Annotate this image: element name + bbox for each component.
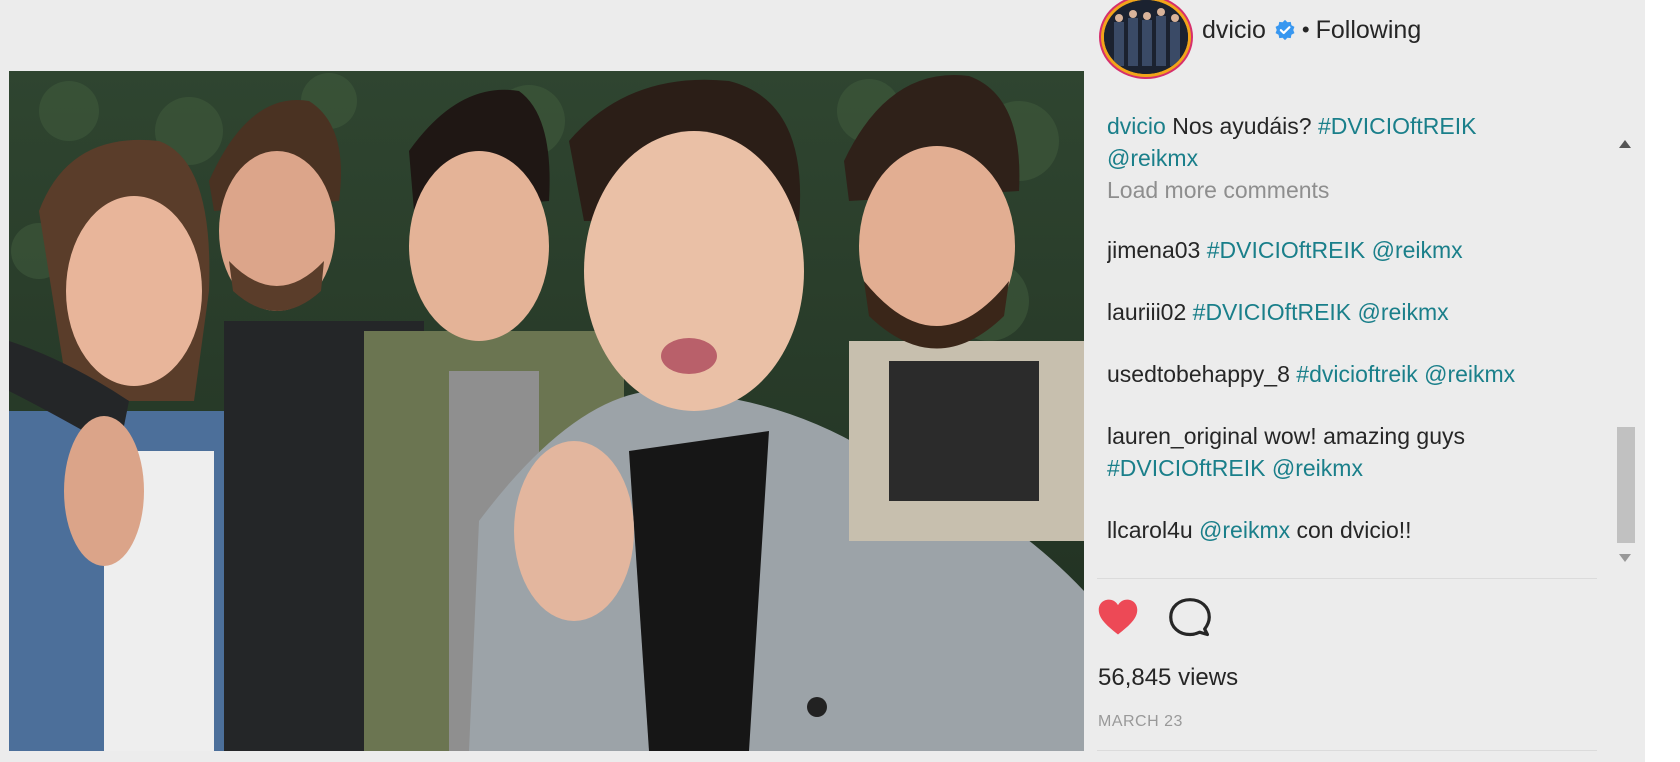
post-header: dvicio • Following [1202,14,1421,46]
comment-text: con dvicio!! [1296,517,1412,543]
header-separator: • [1301,17,1310,42]
comment-item: jimena03 #DVICIOftREIK @reikmx [1107,234,1607,266]
scroll-up-arrow-icon[interactable] [1619,140,1631,148]
comment-username[interactable]: lauriii02 [1107,299,1186,325]
following-button[interactable]: Following [1316,16,1422,45]
bottom-divider [1097,750,1597,751]
group-selfie-illustration [9,71,1084,751]
caption: dvicio Nos ayudáis? #DVICIOftREIK @reikm… [1107,110,1607,174]
caption-username[interactable]: dvicio [1107,113,1166,139]
comment-mention[interactable]: @reikmx [1199,517,1290,543]
header-username[interactable]: dvicio [1202,16,1266,45]
comment-mention[interactable]: @reikmx [1424,361,1515,387]
comment-hashtag[interactable]: #DVICIOftREIK [1193,299,1351,325]
comment-spacer [1107,328,1607,358]
page-edge [1645,0,1680,762]
comment-mention[interactable]: @reikmx [1372,237,1463,263]
scroll-thumb[interactable] [1617,427,1635,543]
comment-mention[interactable]: @reikmx [1272,455,1363,481]
comment-icon[interactable] [1168,596,1212,640]
comments-scrollbar[interactable] [1612,125,1642,565]
load-more-comments-button[interactable]: Load more comments [1107,174,1607,206]
verified-badge-icon [1275,19,1295,41]
comment-hashtag[interactable]: #DVICIOftREIK [1207,237,1365,263]
caption-text: Nos ayudáis? [1172,113,1312,139]
comment-hashtag[interactable]: #dvicioftreik [1296,361,1417,387]
comment-hashtag[interactable]: #DVICIOftREIK [1107,455,1265,481]
post-date: MARCH 23 [1098,713,1183,730]
comment-username[interactable]: llcarol4u [1107,517,1193,543]
view-count[interactable]: 56,845 views [1098,664,1238,692]
comment-item: lauriii02 #DVICIOftREIK @reikmx [1107,296,1607,328]
feed-top-strip [0,0,1085,70]
comment-mention[interactable]: @reikmx [1358,299,1449,325]
comment-item: llcarol4u @reikmx con dvicio!! [1107,514,1607,546]
comment-username[interactable]: usedtobehappy_8 [1107,361,1290,387]
post-actions [1096,596,1212,640]
comments-list: dvicio Nos ayudáis? #DVICIOftREIK @reikm… [1107,110,1607,565]
comment-text: wow! amazing guys [1264,423,1465,449]
comment-spacer [1107,390,1607,420]
comment-spacer [1107,484,1607,514]
comment-username[interactable]: jimena03 [1107,237,1200,263]
heart-icon[interactable] [1096,596,1140,640]
profile-avatar[interactable] [1104,0,1188,74]
post-photo[interactable] [9,71,1084,751]
scroll-down-arrow-icon[interactable] [1619,554,1631,562]
comment-spacer [1107,266,1607,296]
caption-hashtag[interactable]: #DVICIOftREIK [1318,113,1476,139]
comment-item: lauren_original wow! amazing guys #DVICI… [1107,420,1607,484]
band-avatar-image [1104,0,1188,74]
actions-divider [1097,578,1597,579]
caption-mention[interactable]: @reikmx [1107,145,1198,171]
comment-username[interactable]: lauren_original [1107,423,1258,449]
comment-item: usedtobehappy_8 #dvicioftreik @reikmx [1107,358,1607,390]
